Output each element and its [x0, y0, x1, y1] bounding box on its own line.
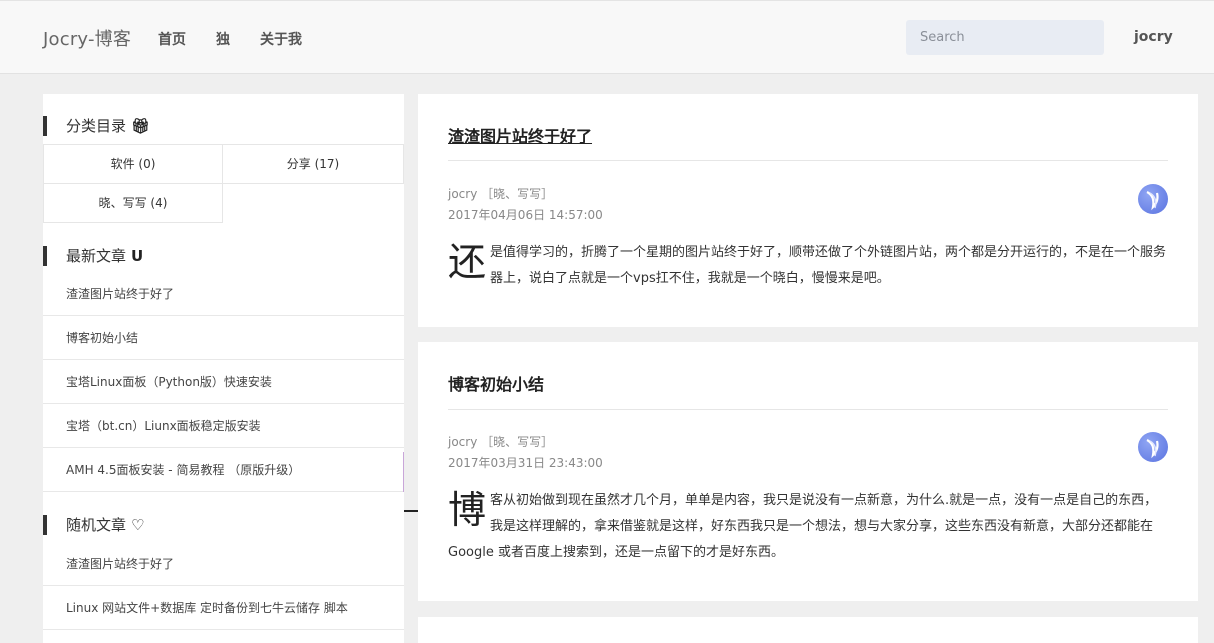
random-item[interactable]: Linux 网站文件+数据库 定时备份到七牛云储存 脚本 — [43, 586, 404, 630]
post-date: 2017年04月06日 14:57:00 — [448, 208, 603, 222]
post-card — [418, 617, 1198, 643]
post-dropcap: 博 — [448, 488, 487, 532]
site-brand[interactable]: Jocry-博客 — [43, 25, 131, 51]
post-excerpt: 博客从初始做到现在虽然才几个月，单单是内容，我只是说没有一点新意，为什么.就是一… — [448, 488, 1170, 566]
post-excerpt-text: 是值得学习的，折腾了一个星期的图片站终于好了，顺带还做了个外链图片站，两个都是分… — [490, 245, 1167, 286]
post-excerpt: 还是值得学习的，折腾了一个星期的图片站终于好了，顺带还做了个外链图片站，两个都是… — [448, 240, 1170, 292]
magnet-icon: U — [131, 247, 144, 265]
post-title[interactable]: 渣渣图片站终于好了 — [448, 123, 592, 147]
random-title: 随机文章 — [66, 516, 127, 534]
divider-mark — [404, 510, 418, 512]
avatar[interactable] — [1138, 184, 1168, 214]
avatar[interactable] — [1138, 432, 1168, 462]
post-author-category: jocry ［晓、写写］ — [448, 435, 554, 449]
nav-home[interactable]: 首页 — [158, 29, 186, 49]
categories-heading: 分类目录 🎁︎ — [43, 116, 150, 136]
category-share[interactable]: 分享 (17) — [222, 144, 404, 184]
categories-title: 分类目录 — [66, 117, 127, 135]
latest-heading: 最新文章 U — [43, 246, 143, 266]
post-card: 博客初始小结 jocry ［晓、写写］ 2017年03月31日 23:43:00… — [418, 342, 1198, 601]
random-heading: 随机文章 ♡ — [43, 515, 144, 535]
post-excerpt-text: 客从初始做到现在虽然才几个月，单单是内容，我只是说没有一点新意，为什么.就是一点… — [448, 493, 1158, 560]
post-divider — [448, 409, 1168, 410]
latest-item[interactable]: AMH 4.5面板安装 - 简易教程 （原版升级） — [43, 448, 404, 492]
latest-title: 最新文章 — [66, 247, 127, 265]
category-notes[interactable]: 晓、写写 (4) — [43, 183, 223, 223]
latest-item[interactable]: 渣渣图片站终于好了 — [43, 272, 404, 316]
divider-mark — [403, 452, 404, 492]
category-software[interactable]: 软件 (0) — [43, 144, 223, 184]
gift-icon: 🎁︎ — [131, 117, 151, 135]
top-navbar: Jocry-博客 首页 独 关于我 jocry — [0, 0, 1214, 74]
random-item[interactable]: 渣渣图片站终于好了 — [43, 542, 404, 586]
latest-item[interactable]: 宝塔（bt.cn）Liunx面板稳定版安装 — [43, 404, 404, 448]
avatar-logo-icon — [1146, 191, 1159, 211]
post-card: 渣渣图片站终于好了 jocry ［晓、写写］ 2017年04月06日 14:57… — [418, 94, 1198, 327]
post-dropcap: 还 — [448, 240, 487, 284]
post-divider — [448, 160, 1168, 161]
post-title[interactable]: 博客初始小结 — [448, 371, 544, 395]
heart-icon: ♡ — [131, 516, 145, 534]
post-date: 2017年03月31日 23:43:00 — [448, 456, 603, 470]
nav-about[interactable]: 关于我 — [260, 29, 302, 49]
sidebar: 分类目录 🎁︎ 软件 (0) 分享 (17) 晓、写写 (4) 最新文章 U 渣渣图… — [43, 94, 404, 643]
nav-du[interactable]: 独 — [216, 29, 230, 49]
latest-item[interactable]: 博客初始小结 — [43, 316, 404, 360]
user-link[interactable]: jocry — [1134, 29, 1173, 45]
avatar-logo-icon — [1146, 439, 1159, 459]
search-input[interactable] — [906, 20, 1104, 55]
latest-item[interactable]: 宝塔Linux面板（Python版）快速安装 — [43, 360, 404, 404]
post-author-category: jocry ［晓、写写］ — [448, 187, 554, 201]
